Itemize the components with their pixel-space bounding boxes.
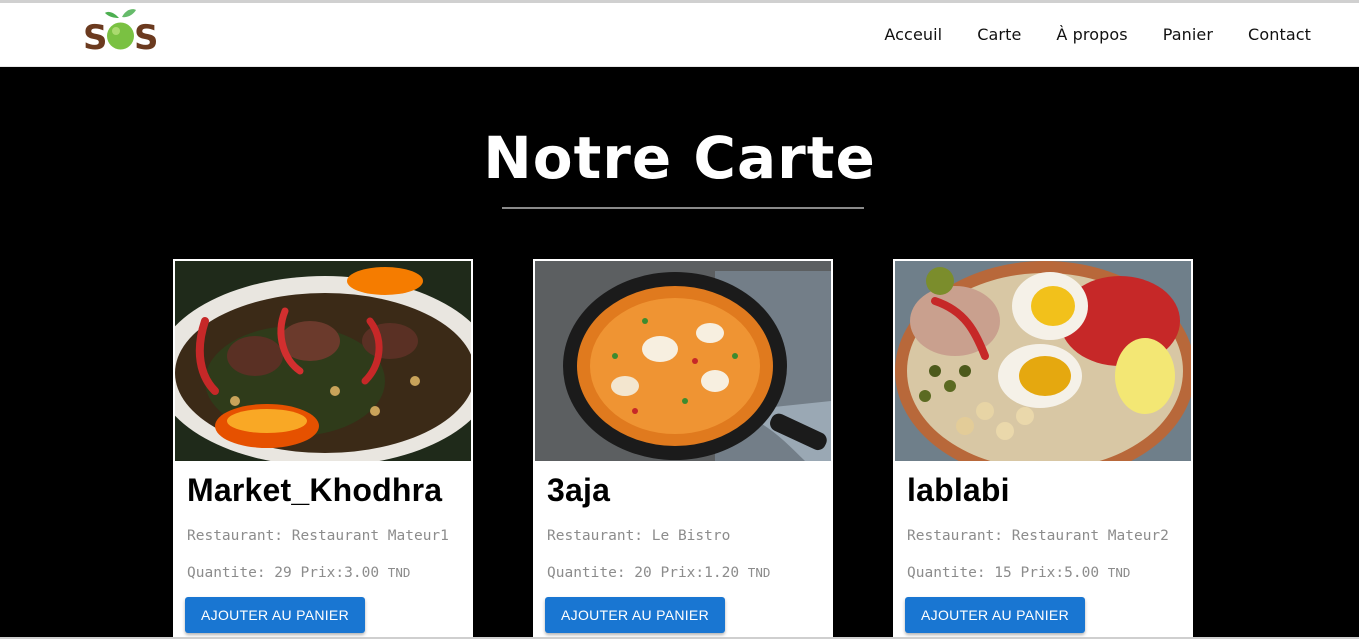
add-to-cart-button[interactable]: AJOUTER AU PANIER (545, 597, 725, 633)
svg-text:S: S (134, 18, 159, 53)
title-underline (502, 207, 864, 209)
add-to-cart-button[interactable]: AJOUTER AU PANIER (185, 597, 365, 633)
product-name: Market_Khodhra (187, 472, 443, 508)
product-name: lablabi (907, 472, 1010, 508)
product-card: Market_Khodhra Restaurant: Restaurant Ma… (173, 259, 473, 639)
nav-panier[interactable]: Panier (1163, 25, 1213, 44)
currency-label: TND (747, 565, 771, 580)
nav-acceuil[interactable]: Acceuil (884, 25, 942, 44)
product-restaurant: Restaurant: Restaurant Mateur1 (187, 528, 449, 544)
main-nav: Acceuil Carte À propos Panier Contact (849, 3, 1311, 65)
currency-label: TND (387, 565, 411, 580)
site-header: S S Acceuil Carte À propos Panier Contac… (0, 3, 1359, 67)
product-card: lablabi Restaurant: Restaurant Mateur2 Q… (893, 259, 1193, 639)
product-restaurant: Restaurant: Le Bistro (547, 528, 731, 544)
nav-contact[interactable]: Contact (1248, 25, 1311, 44)
svg-text:S: S (83, 18, 108, 53)
nav-carte[interactable]: Carte (977, 25, 1021, 44)
currency-label: TND (1107, 565, 1131, 580)
product-image-3aja (535, 261, 831, 461)
product-image-market-khodhra (175, 261, 471, 461)
nav-a-propos[interactable]: À propos (1056, 25, 1127, 44)
product-image-lablabi (895, 261, 1191, 461)
product-restaurant: Restaurant: Restaurant Mateur2 (907, 528, 1169, 544)
sos-logo[interactable]: S S (83, 5, 159, 53)
product-quantity-price: Quantite: 15 Prix:5.00 TND (907, 565, 1131, 581)
product-quantity-price: Quantite: 20 Prix:1.20 TND (547, 565, 771, 581)
product-card: 3aja Restaurant: Le Bistro Quantite: 20 … (533, 259, 833, 639)
add-to-cart-button[interactable]: AJOUTER AU PANIER (905, 597, 1085, 633)
product-name: 3aja (547, 472, 611, 508)
page-title: Notre Carte (483, 124, 876, 192)
product-quantity-price: Quantite: 29 Prix:3.00 TND (187, 565, 411, 581)
